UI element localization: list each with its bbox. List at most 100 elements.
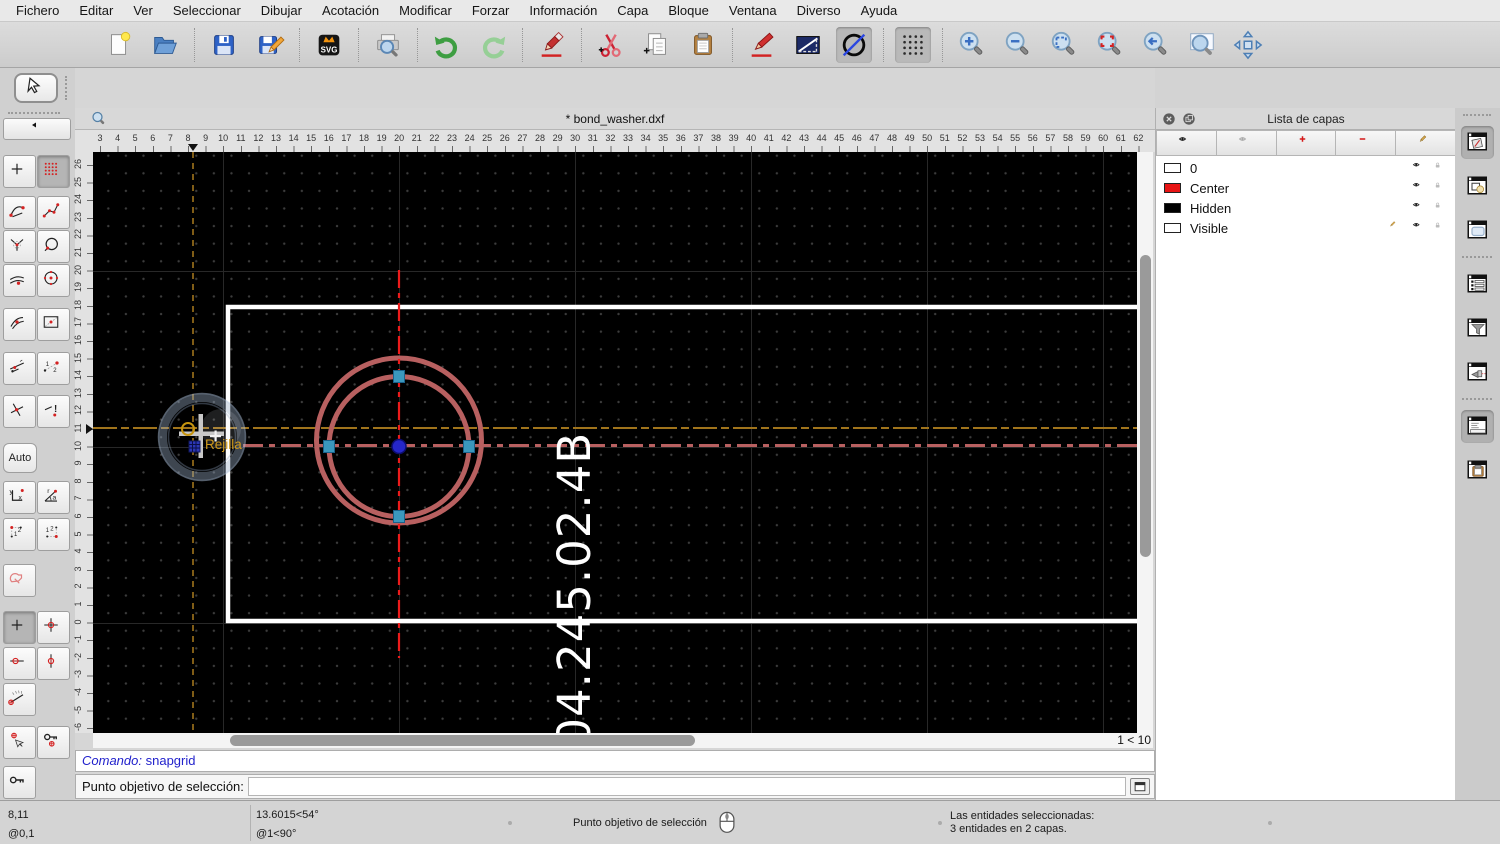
entity-outline-rectangle[interactable] bbox=[225, 304, 1137, 624]
command-line-dock-button[interactable] bbox=[1461, 410, 1494, 443]
menu-bloque[interactable]: Bloque bbox=[658, 0, 718, 22]
layer-visibility-icon[interactable] bbox=[1411, 201, 1428, 216]
cut-button[interactable] bbox=[593, 27, 629, 63]
coordinates-polar-button[interactable]: ra bbox=[37, 481, 70, 514]
menu-seleccionar[interactable]: Seleccionar bbox=[163, 0, 251, 22]
menu-editar[interactable]: Editar bbox=[69, 0, 123, 22]
layer-visibility-icon[interactable] bbox=[1411, 161, 1428, 176]
layer-lock-icon[interactable] bbox=[1435, 201, 1448, 216]
delete-button[interactable] bbox=[534, 27, 570, 63]
zoom-in-button[interactable] bbox=[954, 27, 990, 63]
snap-middle-button[interactable] bbox=[3, 308, 36, 341]
menu-modificar[interactable]: Modificar bbox=[389, 0, 462, 22]
restrict-horizontal-button[interactable] bbox=[3, 647, 36, 680]
back-button[interactable] bbox=[3, 118, 71, 140]
snap-intersection-manual-button[interactable] bbox=[3, 395, 36, 428]
crosshair-plus-button[interactable] bbox=[3, 155, 36, 188]
panel-drag-handle[interactable] bbox=[65, 76, 67, 100]
command-input[interactable] bbox=[248, 777, 1126, 796]
block-list-dock-button[interactable] bbox=[1461, 170, 1494, 203]
layer-lock-icon[interactable] bbox=[1435, 221, 1448, 236]
open-folder-button[interactable] bbox=[147, 27, 183, 63]
clipboard-dock-button[interactable] bbox=[1461, 454, 1494, 487]
layer-lock-icon[interactable] bbox=[1435, 181, 1448, 196]
selection-handle[interactable] bbox=[323, 440, 335, 453]
entity-list-dock-button[interactable] bbox=[1461, 268, 1494, 301]
save-as-button[interactable] bbox=[252, 27, 288, 63]
layers-panel-titlebar[interactable]: Lista de capas bbox=[1156, 108, 1456, 130]
layer-list-dock-button[interactable] bbox=[1461, 126, 1494, 159]
relative-coords-1-button[interactable]: 12 bbox=[3, 518, 36, 551]
show-all-layers-button[interactable] bbox=[1156, 130, 1217, 156]
restrict-nothing-button[interactable] bbox=[3, 611, 36, 644]
menu-fichero[interactable]: Fichero bbox=[6, 0, 69, 22]
menu-capa[interactable]: Capa bbox=[607, 0, 658, 22]
coordinates-cartesian-button[interactable]: yx bbox=[3, 481, 36, 514]
selection-handle[interactable] bbox=[393, 510, 405, 523]
layer-color-swatch[interactable] bbox=[1164, 223, 1181, 233]
circle-center-point[interactable] bbox=[391, 438, 407, 455]
menu-ventana[interactable]: Ventana bbox=[719, 0, 787, 22]
command-window-button[interactable] bbox=[1130, 778, 1150, 795]
horizontal-scrollbar[interactable] bbox=[93, 733, 1103, 748]
menu-diverso[interactable]: Diverso bbox=[787, 0, 851, 22]
panel-drag-handle[interactable] bbox=[8, 112, 60, 114]
add-layer-button[interactable] bbox=[1276, 130, 1337, 156]
zoom-selection-button[interactable] bbox=[1092, 27, 1128, 63]
snap-center-button[interactable] bbox=[37, 264, 70, 297]
copy-button[interactable] bbox=[639, 27, 675, 63]
circle-attributes-button[interactable] bbox=[836, 26, 872, 63]
selection-handle[interactable] bbox=[463, 440, 475, 453]
dock-drag-handle[interactable] bbox=[1463, 114, 1491, 116]
drawing-entities[interactable]: 104.245.02.4B Rejilla bbox=[93, 152, 1137, 733]
save-button[interactable] bbox=[206, 27, 242, 63]
snap-auto-button[interactable]: Auto bbox=[3, 443, 37, 473]
snap-distance-button[interactable]: 12 bbox=[37, 352, 70, 385]
edit-attributes-button[interactable] bbox=[744, 27, 780, 63]
edit-layer-button[interactable] bbox=[1396, 130, 1456, 156]
zoom-out-button[interactable] bbox=[1000, 27, 1036, 63]
snap-tangent-button[interactable] bbox=[3, 352, 36, 385]
layer-color-swatch[interactable] bbox=[1164, 183, 1181, 193]
drawing-canvas[interactable]: 104.245.02.4B Rejilla bbox=[93, 152, 1137, 733]
layer-color-swatch[interactable] bbox=[1164, 203, 1181, 213]
snap-intersection-button[interactable] bbox=[3, 230, 36, 263]
layer-row-visible[interactable]: Visible bbox=[1156, 218, 1456, 238]
document-titlebar[interactable]: * bond_washer.dxf bbox=[75, 108, 1155, 130]
snap-off-button[interactable]: ! bbox=[37, 395, 70, 428]
pointer-tool-button[interactable] bbox=[14, 73, 58, 103]
hide-all-layers-button[interactable] bbox=[1216, 130, 1277, 156]
zoom-auto-button[interactable] bbox=[1046, 27, 1082, 63]
line-attributes-button[interactable] bbox=[790, 27, 826, 63]
vertical-scrollbar-thumb[interactable] bbox=[1139, 255, 1151, 557]
menu-acotacin[interactable]: Acotación bbox=[312, 0, 389, 22]
set-relative-zero-button[interactable] bbox=[3, 766, 36, 799]
lock-relative-zero-button[interactable] bbox=[37, 726, 70, 759]
export-svg-button[interactable]: SVG bbox=[311, 27, 347, 63]
layer-row-0[interactable]: 0 bbox=[1156, 158, 1456, 178]
layer-visibility-icon[interactable] bbox=[1411, 221, 1428, 236]
zoom-previous-button[interactable] bbox=[1138, 27, 1174, 63]
horizontal-scrollbar-thumb[interactable] bbox=[230, 735, 695, 746]
snap-entity-button[interactable] bbox=[37, 230, 70, 263]
snap-free-button[interactable] bbox=[3, 196, 36, 229]
snap-grid-toolbar-button[interactable] bbox=[895, 26, 931, 63]
redo-button[interactable] bbox=[475, 27, 511, 63]
paste-button[interactable] bbox=[685, 27, 721, 63]
menu-dibujar[interactable]: Dibujar bbox=[251, 0, 312, 22]
vertical-scrollbar[interactable] bbox=[1137, 152, 1153, 733]
menu-informacin[interactable]: Información bbox=[519, 0, 607, 22]
restrict-vertical-button[interactable] bbox=[37, 647, 70, 680]
selection-restriction-button[interactable] bbox=[3, 564, 36, 597]
menu-forzar[interactable]: Forzar bbox=[462, 0, 520, 22]
angle-gauge-button[interactable] bbox=[3, 683, 36, 716]
entity-annotation-text[interactable]: 104.245.02.4B bbox=[548, 432, 601, 733]
snap-grid-button[interactable] bbox=[37, 155, 70, 188]
layer-row-center[interactable]: Center bbox=[1156, 178, 1456, 198]
menu-ayuda[interactable]: Ayuda bbox=[851, 0, 908, 22]
library-browser-dock-button[interactable] bbox=[1461, 214, 1494, 247]
undo-button[interactable] bbox=[429, 27, 465, 63]
menu-ver[interactable]: Ver bbox=[123, 0, 163, 22]
relative-coords-2-button[interactable]: 12 bbox=[37, 518, 70, 551]
layer-visibility-icon[interactable] bbox=[1411, 181, 1428, 196]
